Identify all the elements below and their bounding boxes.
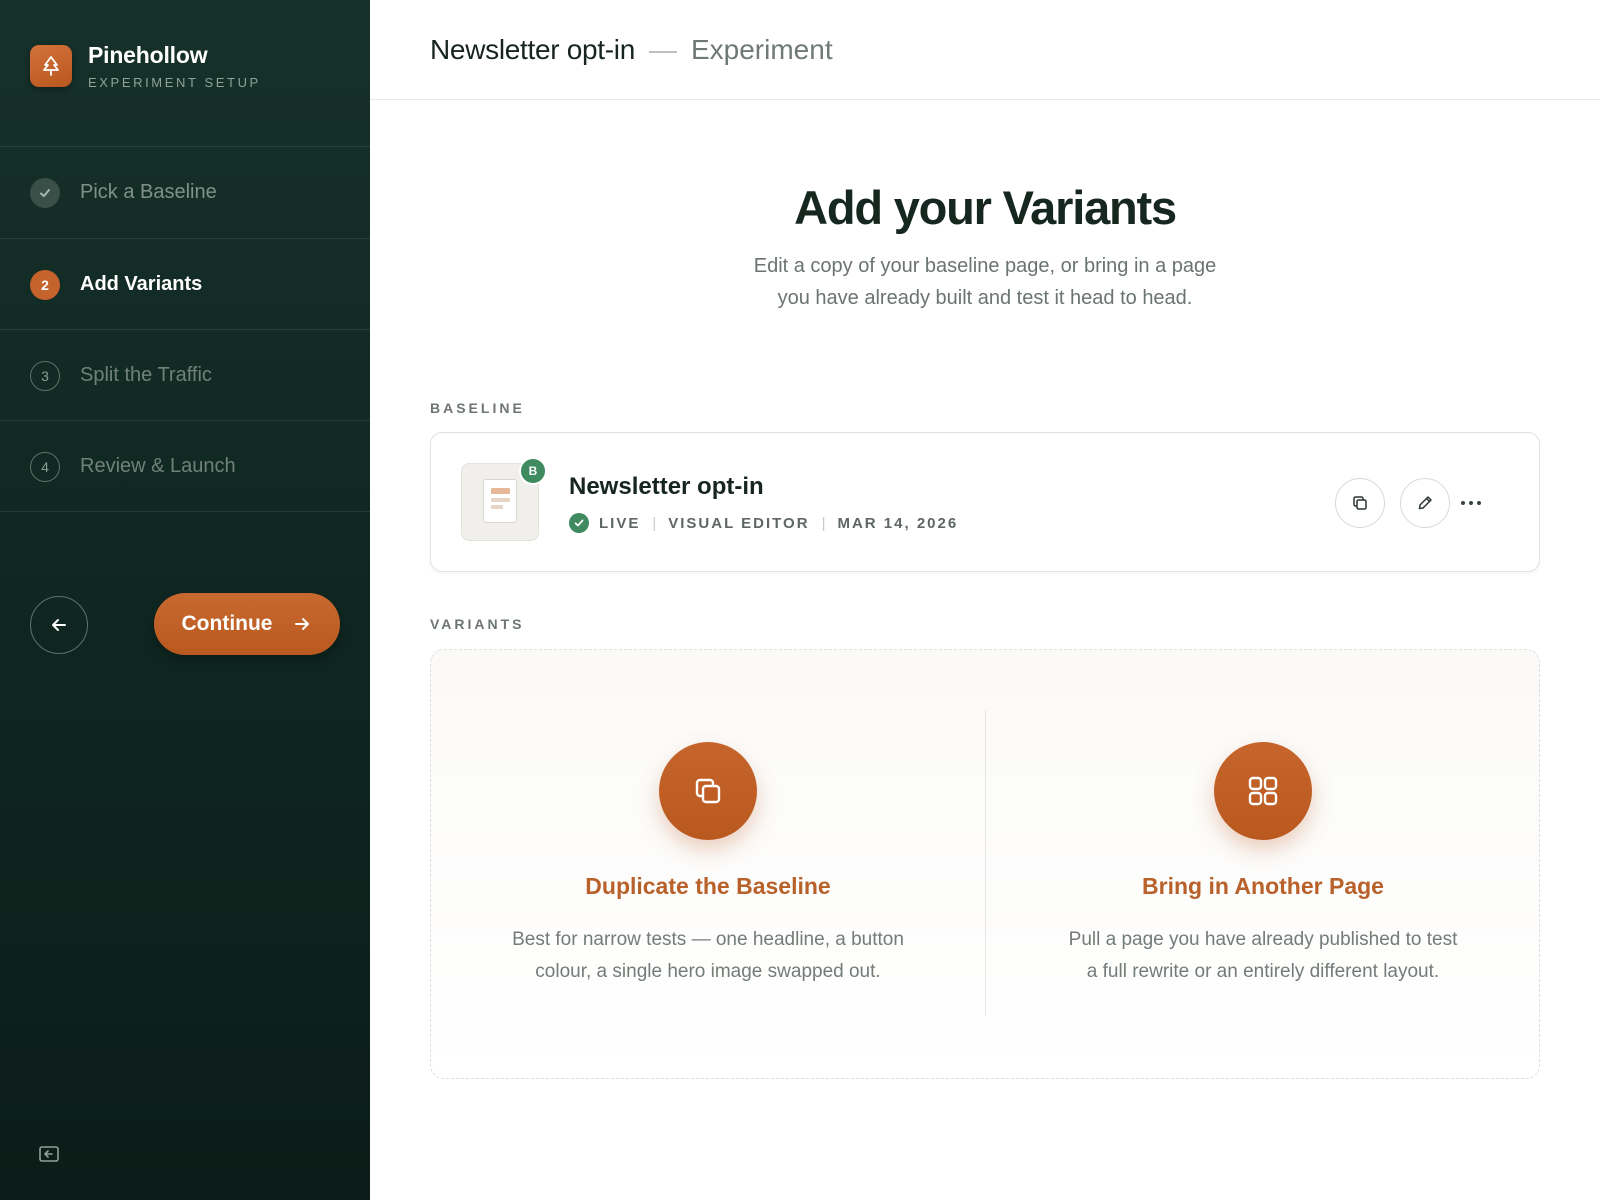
continue-button[interactable]: Continue bbox=[154, 593, 340, 655]
baseline-meta: LIVE | VISUAL EDITOR | MAR 14, 2026 bbox=[569, 513, 958, 533]
variants-section-label: VARIANTS bbox=[430, 616, 525, 632]
page-preview-icon bbox=[483, 479, 517, 523]
hero-title: Add your Variants bbox=[794, 181, 1177, 234]
step-label: Add Variants bbox=[80, 273, 203, 295]
option-description: Pull a page you have already published t… bbox=[986, 924, 1540, 988]
more-options-button[interactable] bbox=[1453, 485, 1489, 521]
edit-baseline-button[interactable] bbox=[1400, 478, 1450, 528]
baseline-section-label: BASELINE bbox=[430, 400, 525, 416]
baseline-title: Newsletter opt-in bbox=[569, 473, 764, 500]
brand-name: Pinehollow bbox=[88, 42, 208, 68]
duplicate-icon bbox=[659, 742, 757, 840]
arrow-right-icon bbox=[295, 618, 310, 630]
sidebar: Pinehollow EXPERIMENT SETUP Pick a Basel… bbox=[0, 0, 370, 1200]
editor-type: VISUAL EDITOR bbox=[668, 514, 810, 532]
option-description-line: Best for narrow tests — one headline, a … bbox=[512, 929, 904, 950]
duplicate-baseline-option[interactable]: Duplicate the Baseline Best for narrow t… bbox=[431, 650, 985, 1080]
step-label: Review & Launch bbox=[80, 455, 236, 477]
back-button[interactable] bbox=[30, 596, 88, 654]
arrow-left-icon bbox=[52, 619, 66, 631]
hero-description-line: Edit a copy of your baseline page, or br… bbox=[753, 255, 1217, 277]
brand: Pinehollow EXPERIMENT SETUP bbox=[30, 42, 261, 90]
title-separator: — bbox=[648, 33, 677, 65]
hero-description: Edit a copy of your baseline page, or br… bbox=[370, 250, 1600, 314]
brand-subtitle: EXPERIMENT SETUP bbox=[88, 75, 261, 90]
status-badge: LIVE bbox=[599, 514, 641, 532]
pine-tree-logo-icon bbox=[30, 45, 72, 87]
check-icon bbox=[30, 177, 60, 208]
option-description-line: colour, a single hero image swapped out. bbox=[535, 961, 881, 982]
baseline-date: MAR 14, 2026 bbox=[837, 514, 959, 532]
copy-icon bbox=[1353, 496, 1367, 510]
option-title: Bring in Another Page bbox=[1142, 873, 1384, 899]
continue-label: Continue bbox=[181, 612, 273, 635]
bring-another-page-option[interactable]: Bring in Another Page Pull a page you ha… bbox=[986, 650, 1540, 1080]
step-number: 3 bbox=[30, 360, 60, 391]
option-title: Duplicate the Baseline bbox=[585, 873, 831, 899]
collapse-sidebar-icon[interactable] bbox=[38, 1143, 60, 1165]
step-number: 4 bbox=[30, 451, 60, 482]
baseline-card: B Newsletter opt-in LIVE | VISUAL EDITOR… bbox=[430, 432, 1540, 572]
step-label: Pick a Baseline bbox=[80, 181, 217, 203]
page-title: Newsletter opt-in bbox=[430, 33, 635, 65]
sidebar-divider bbox=[0, 511, 370, 512]
grid-icon bbox=[1214, 742, 1312, 840]
step-split-traffic[interactable]: 3 Split the Traffic bbox=[0, 330, 370, 421]
page-header: Newsletter opt-in — Experiment bbox=[370, 0, 1600, 100]
step-label: Split the Traffic bbox=[80, 364, 212, 386]
option-description-line: Pull a page you have already published t… bbox=[1068, 929, 1458, 950]
option-description: Best for narrow tests — one headline, a … bbox=[431, 924, 985, 988]
page-subtitle: Experiment bbox=[690, 33, 833, 65]
step-review-launch[interactable]: 4 Review & Launch bbox=[0, 421, 370, 512]
step-add-variants[interactable]: 2 Add Variants bbox=[0, 239, 370, 330]
meta-separator: | bbox=[821, 514, 826, 532]
hero-description-line: you have already built and test it head … bbox=[777, 287, 1193, 309]
step-pick-baseline[interactable]: Pick a Baseline bbox=[0, 147, 370, 238]
duplicate-baseline-button[interactable] bbox=[1335, 478, 1385, 528]
step-number: 2 bbox=[30, 269, 60, 300]
variants-dropzone: Duplicate the Baseline Best for narrow t… bbox=[430, 649, 1540, 1079]
more-horizontal-icon bbox=[1461, 501, 1481, 505]
meta-separator: | bbox=[652, 514, 657, 532]
option-description-line: a full rewrite or an entirely different … bbox=[1086, 961, 1440, 982]
live-check-icon bbox=[569, 513, 589, 533]
baseline-badge: B bbox=[519, 457, 547, 485]
pencil-icon bbox=[1418, 496, 1432, 510]
